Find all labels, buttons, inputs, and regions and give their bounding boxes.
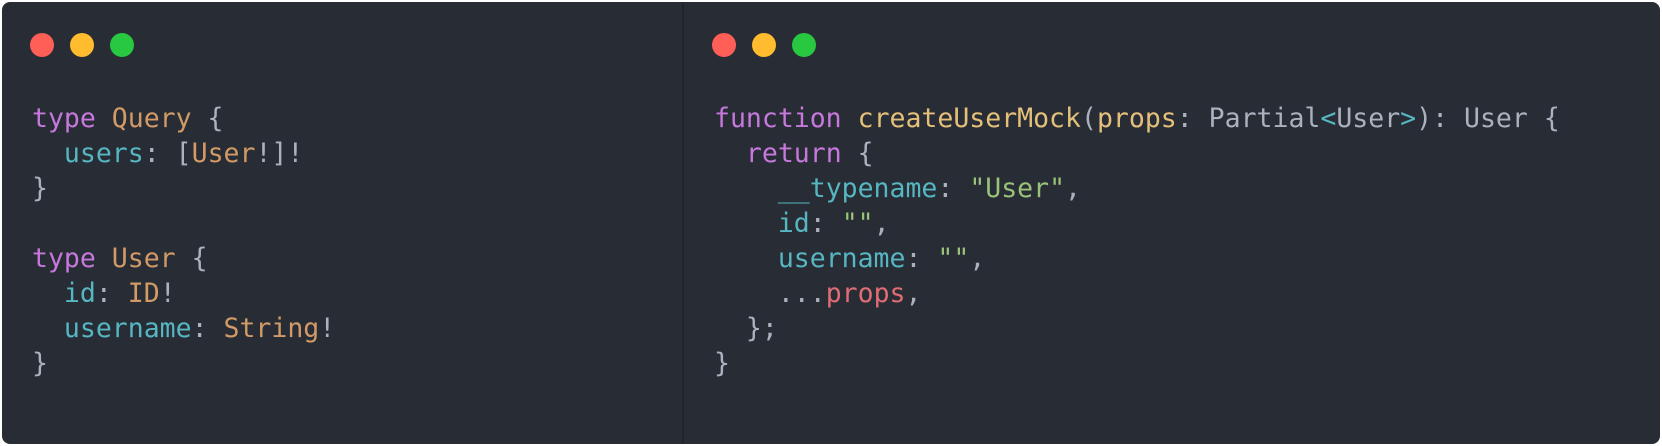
code-line: users: [User!]! (63, 138, 304, 169)
code-line: __typename: "User", (777, 173, 1082, 204)
typescript-mock-code: function createUserMock(props: Partial<U… (714, 101, 1560, 381)
code-line: } (714, 348, 730, 379)
code-line: function createUserMock(props: Partial<U… (714, 103, 1560, 134)
minimize-dot-icon (752, 33, 776, 57)
code-line: }; (745, 313, 778, 344)
code-line: return { (745, 138, 874, 169)
close-dot-icon (30, 33, 54, 57)
minimize-dot-icon (70, 33, 94, 57)
maximize-dot-icon (110, 33, 134, 57)
code-line: type User { (32, 243, 208, 274)
code-line: ...props, (777, 278, 922, 309)
maximize-dot-icon (792, 33, 816, 57)
graphql-schema-pane: type Query { users: [User!]! } type User… (2, 2, 682, 444)
code-line: } (32, 348, 48, 379)
code-line: type Query { (32, 103, 224, 134)
typescript-mock-pane: function createUserMock(props: Partial<U… (684, 2, 1660, 444)
code-line: username: "", (777, 243, 986, 274)
code-line: id: "", (777, 208, 890, 239)
window-controls (712, 33, 816, 57)
graphql-schema-code: type Query { users: [User!]! } type User… (32, 101, 335, 381)
code-line: username: String! (63, 313, 336, 344)
code-line: } (32, 173, 48, 204)
window-controls (30, 33, 134, 57)
close-dot-icon (712, 33, 736, 57)
code-line: id: ID! (63, 278, 176, 309)
code-screenshot: type Query { users: [User!]! } type User… (2, 2, 1660, 444)
